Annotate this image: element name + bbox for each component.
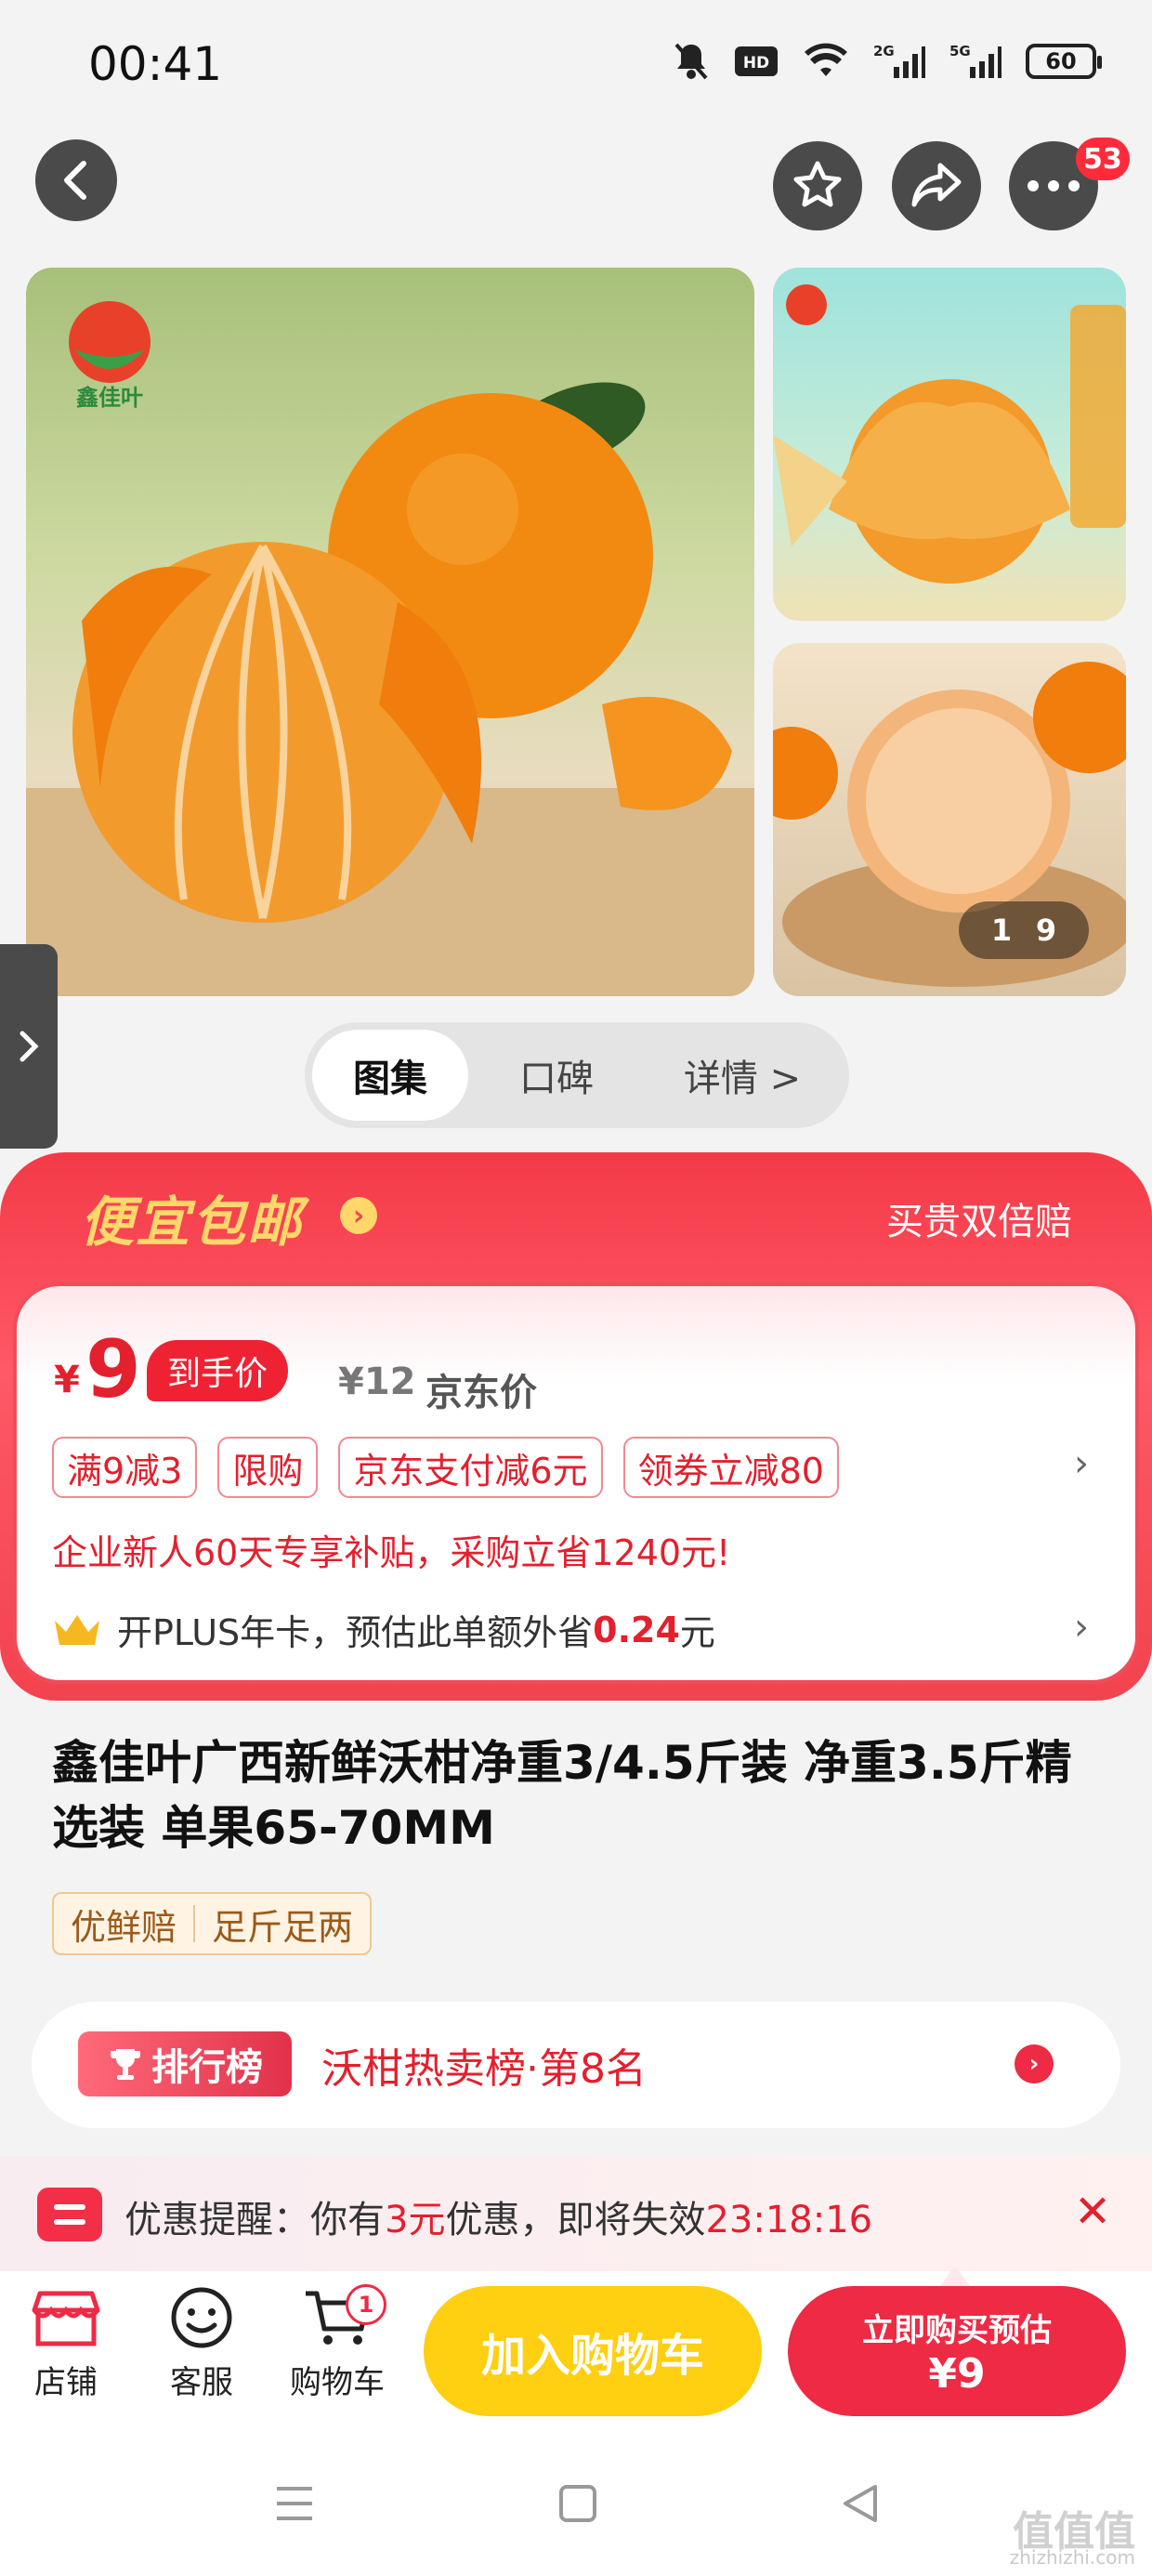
tab-details[interactable]: 详情 > [645,1030,840,1121]
back-triangle-icon [844,2485,877,2522]
customer-service-button[interactable]: 客服 [151,2286,253,2402]
svg-text:5G: 5G [949,43,971,59]
crown-icon [55,1614,99,1645]
close-icon[interactable]: ✕ [1074,2186,1111,2238]
final-price: 9 [85,1323,141,1416]
customer-service-label: 客服 [170,2364,233,2401]
plus-saving-amount: 0.24 [593,1609,680,1650]
orange-fruit-image: 鑫佳叶 [26,301,754,996]
signal-2g-icon: 2G [873,43,925,78]
coupon-tag[interactable]: 限购 [217,1437,319,1498]
final-price-tag: 到手价 [147,1340,289,1401]
ranking-badge: 排行榜 [78,2031,292,2096]
image-counter-total: 9 [1035,913,1057,948]
original-price: ¥12 [338,1360,416,1403]
store-label: 店铺 [34,2364,98,2401]
share-arrow-icon [911,163,962,207]
free-shipping-headline[interactable]: 便宜包邮 [80,1178,303,1256]
store-icon [32,2291,100,2346]
coupon-tag[interactable]: 领券立减80 [622,1437,839,1498]
status-time: 00:41 [88,37,223,91]
back-button[interactable] [35,139,117,221]
image-counter: 1 9 [959,901,1089,959]
buy-now-price: ¥9 [928,2350,986,2398]
buy-tooltip-pointer [940,2266,970,2286]
chevron-right-icon [20,1031,39,1062]
reminder-countdown: 23:18:16 [705,2199,873,2241]
cart-label: 购物车 [290,2364,385,2401]
reminder-icon [37,2188,102,2241]
image-counter-current: 1 [990,913,1013,948]
reminder-text: 优惠提醒：你有3元优惠，即将失效23:18:16 [124,2189,872,2243]
customer-service-icon [171,2287,232,2348]
plus-row-arrow-icon[interactable]: › [1074,1606,1089,1649]
buy-now-button[interactable]: 立即购买预估 ¥9 [788,2286,1126,2416]
home-nav-button[interactable] [557,2483,598,2528]
chevron-left-icon [64,161,86,200]
reminder-prefix: 优惠提醒：你有 [124,2199,385,2241]
original-price-label: 京东价 [425,1372,537,1414]
coupon-tag[interactable]: 满9减3 [52,1437,198,1498]
add-to-cart-button[interactable]: 加入购物车 [424,2286,762,2416]
side-drawer-handle[interactable] [0,944,58,1149]
svg-text:HD: HD [743,54,769,72]
more-dots-icon [1028,180,1080,191]
headline-arrow-icon[interactable]: › [340,1197,377,1234]
watermark-domain: zhizhizhi.com [1009,2546,1135,2569]
product-title: 鑫佳叶广西新鲜沃柑净重3/4.5斤装 净重3.5斤精选装 单果65-70MM [52,1736,1072,1855]
mute-bell-icon [674,43,708,80]
status-bar: 00:41 HD 2G 5G 60 [0,0,1152,139]
reminder-amount: 3元 [385,2199,446,2241]
back-nav-button[interactable] [840,2483,881,2528]
wifi-icon [805,43,847,76]
service-tag: 优鲜赔 [71,1906,177,1948]
menu-nav-button[interactable] [273,2483,316,2528]
share-button[interactable] [892,141,981,230]
star-icon [793,161,842,207]
ranking-badge-label: 排行榜 [151,2046,263,2089]
enterprise-subsidy-text[interactable]: 企业新人60天专享补贴，采购立省1240元! [52,1524,730,1575]
hd-icon: HD [735,46,778,76]
plus-membership-row[interactable]: 开PLUS年卡，预估此单额外省 0.24 元 [52,1604,715,1655]
peeled-orange-thumbnail [773,284,1126,584]
menu-icon [277,2487,312,2520]
thumbnail-image-1[interactable] [773,268,1126,621]
coupon-row-arrow-icon[interactable]: › [1074,1442,1089,1485]
coupon-tag[interactable]: 京东支付减6元 [338,1437,603,1498]
tab-reviews[interactable]: 口碑 [468,1030,645,1121]
store-button[interactable]: 店铺 [15,2286,117,2402]
ranking-text[interactable]: 沃柑热卖榜·第8名 [321,2035,647,2095]
double-refund-text: 买贵双倍赔 [886,1201,1072,1243]
buy-now-label: 立即购买预估 [862,2312,1052,2349]
gallery-tabs: 图集 口碑 详情 > [305,1022,849,1128]
status-icons: HD 2G 5G 60 [673,41,1102,82]
main-product-image[interactable]: 鑫佳叶 [26,268,754,996]
coupon-row[interactable]: 满9减3 限购 京东支付减6元 领券立减80 [52,1437,839,1498]
tab-gallery[interactable]: 图集 [312,1030,468,1121]
service-tags[interactable]: 优鲜赔 足斤足两 [52,1892,373,1955]
message-count-badge: 53 [1076,138,1130,180]
brand-logo-text: 鑫佳叶 [76,385,143,411]
trophy-icon [110,2049,141,2080]
signal-5g-icon: 5G [949,43,1001,78]
svg-text:2G: 2G [873,43,895,59]
thumbnail-image-2[interactable]: 1 9 [773,643,1126,996]
service-tag: 足斤足两 [212,1906,354,1948]
price-currency: ¥ [54,1359,80,1401]
cart-count-badge: 1 [346,2284,386,2325]
plus-saving-unit: 元 [679,1612,715,1653]
home-square-icon [559,2485,596,2522]
favorite-button[interactable] [773,141,862,230]
battery-icon: 60 [1026,44,1102,79]
plus-text: 开PLUS年卡，预估此单额外省 [117,1612,594,1653]
ranking-arrow-icon[interactable]: › [1015,2044,1054,2083]
reminder-middle: 优惠，即将失效 [445,2199,706,2241]
